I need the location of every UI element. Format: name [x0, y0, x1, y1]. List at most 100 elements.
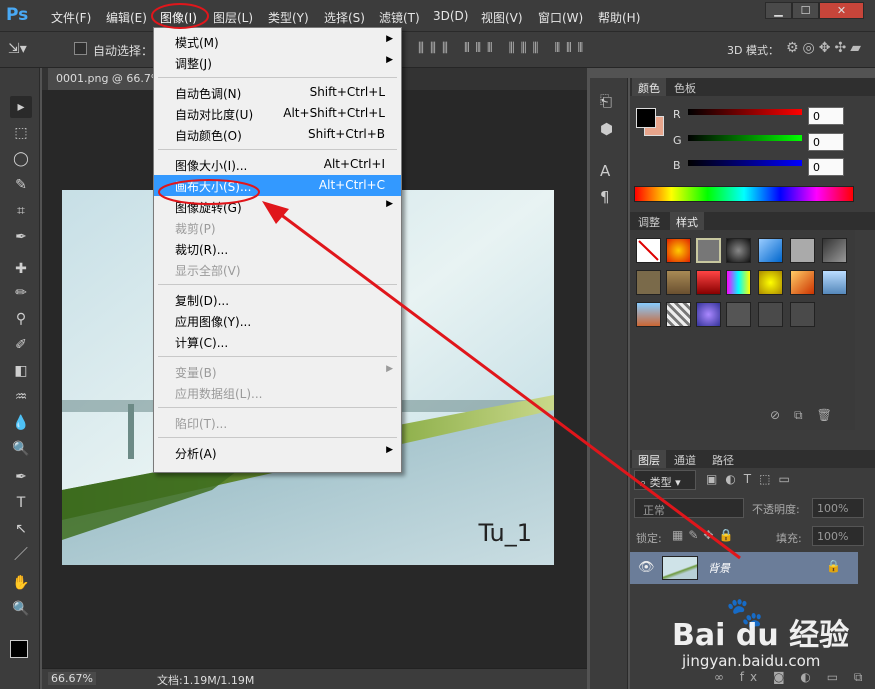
menu-item[interactable]: 自动对比度(U) Alt+Shift+Ctrl+L	[154, 103, 401, 124]
move-tool-icon[interactable]: ▸	[10, 96, 32, 118]
stamp-tool-icon[interactable]: ⚲	[10, 308, 32, 330]
document-tab[interactable]: 0001.png @ 66.7%	[48, 68, 168, 90]
quick-select-tool-icon[interactable]: ✎	[10, 174, 32, 196]
color-spectrum-bar[interactable]	[634, 186, 854, 202]
close-button[interactable]: ✕	[819, 2, 864, 19]
lasso-tool-icon[interactable]: ◯	[10, 148, 32, 170]
menu-item[interactable]: 计算(C)...	[154, 331, 401, 352]
minimize-button[interactable]: ▁	[765, 2, 792, 19]
zoom-tool-icon[interactable]: 🔍	[10, 598, 32, 620]
menu-item[interactable]: 应用图像(Y)...	[154, 310, 401, 331]
eraser-tool-icon[interactable]: ◧	[10, 360, 32, 382]
menu-item[interactable]: 模式(M) ▶	[154, 31, 401, 52]
channel-b-slider[interactable]	[688, 160, 802, 166]
channel-b-value[interactable]: 0	[808, 158, 844, 176]
brush-tool-icon[interactable]: ✏	[10, 282, 32, 304]
3d-panel-icon[interactable]: ⬢	[600, 120, 613, 138]
path-select-icon[interactable]: ↖	[10, 518, 32, 540]
maximize-button[interactable]: ☐	[792, 2, 819, 19]
menu-item[interactable]: 自动颜色(O) Shift+Ctrl+B	[154, 124, 401, 145]
tab-adjustments[interactable]: 调整	[632, 212, 666, 230]
style-swatch[interactable]	[822, 238, 847, 263]
paint-bucket-icon[interactable]: ♒	[10, 386, 32, 408]
layer-row-background[interactable]: 👁 背景 🔒	[630, 552, 858, 584]
style-swatch[interactable]	[790, 270, 815, 295]
styles-footer-icons[interactable]: ⊘⧉🗑	[770, 408, 846, 423]
menu-layer[interactable]: 图层(L)	[213, 9, 253, 26]
style-swatch[interactable]	[726, 302, 751, 327]
channel-r-slider[interactable]	[688, 109, 802, 115]
menu-view[interactable]: 视图(V)	[481, 9, 523, 26]
style-none[interactable]	[636, 238, 661, 263]
menu-item[interactable]: 图像大小(I)... Alt+Ctrl+I	[154, 154, 401, 175]
menu-3d[interactable]: 3D(D)	[433, 9, 468, 23]
fill-input[interactable]: 100%	[812, 526, 864, 546]
style-swatch[interactable]	[666, 302, 691, 327]
tab-styles[interactable]: 样式	[670, 212, 704, 230]
menu-select[interactable]: 选择(S)	[324, 9, 365, 26]
style-swatch[interactable]	[726, 270, 751, 295]
marquee-tool-icon[interactable]: ⬚	[10, 122, 32, 144]
style-swatch[interactable]	[666, 270, 691, 295]
menu-help[interactable]: 帮助(H)	[598, 9, 640, 26]
menu-item[interactable]: 调整(J) ▶	[154, 52, 401, 73]
hand-tool-icon[interactable]: ✋	[10, 572, 32, 594]
menu-filter[interactable]: 滤镜(T)	[379, 9, 420, 26]
blur-tool-icon[interactable]: 💧	[10, 412, 32, 434]
color-fg-swatch[interactable]	[636, 108, 656, 128]
channel-g-slider[interactable]	[688, 135, 802, 141]
line-tool-icon[interactable]: ／	[10, 544, 32, 566]
pen-tool-icon[interactable]: ✒	[10, 466, 32, 488]
menu-item[interactable]: 裁切(R)...	[154, 238, 401, 259]
channel-g-value[interactable]: 0	[808, 133, 844, 151]
style-swatch[interactable]	[636, 302, 661, 327]
type-tool-icon[interactable]: T	[10, 492, 32, 514]
tab-color[interactable]: 颜色	[632, 78, 666, 96]
3d-tools-icons[interactable]: ⚙◎✥✣▰	[786, 40, 865, 56]
paragraph-panel-icon[interactable]: ¶	[600, 188, 610, 206]
lock-icons[interactable]: ▦✎✥🔒	[672, 528, 738, 542]
style-swatch[interactable]	[790, 302, 815, 327]
zoom-level[interactable]: 66.67%	[48, 672, 96, 685]
menu-image[interactable]: 图像(I)	[160, 9, 197, 26]
crop-tool-icon[interactable]: ⌗	[10, 200, 32, 222]
move-tool-icon[interactable]: ⇲▾	[8, 41, 27, 57]
layer-filter-select[interactable]: ⌕ 类型 ▾	[634, 470, 696, 490]
style-swatch[interactable]	[696, 270, 721, 295]
style-swatch[interactable]	[758, 302, 783, 327]
style-swatch[interactable]	[636, 270, 661, 295]
menu-item[interactable]: 图像旋转(G) ▶	[154, 196, 401, 217]
style-swatch[interactable]	[696, 238, 721, 263]
dodge-tool-icon[interactable]: 🔍	[10, 438, 32, 460]
menu-item[interactable]: 分析(A) ▶	[154, 442, 401, 463]
history-brush-icon[interactable]: ✐	[10, 334, 32, 356]
menu-file[interactable]: 文件(F)	[51, 9, 91, 26]
tab-swatches[interactable]: 色板	[668, 78, 702, 96]
layer-filter-icons[interactable]: ▣◐T⬚▭	[706, 472, 798, 486]
tab-channels[interactable]: 通道	[668, 450, 702, 468]
menu-window[interactable]: 窗口(W)	[538, 9, 583, 26]
menu-item[interactable]: 自动色调(N) Shift+Ctrl+L	[154, 82, 401, 103]
style-swatch[interactable]	[726, 238, 751, 263]
tab-layers[interactable]: 图层	[632, 450, 666, 468]
healing-tool-icon[interactable]: ✚	[10, 258, 32, 280]
menu-type[interactable]: 类型(Y)	[268, 9, 309, 26]
style-swatch[interactable]	[822, 270, 847, 295]
style-swatch[interactable]	[666, 238, 691, 263]
style-swatch[interactable]	[696, 302, 721, 327]
blend-mode-select[interactable]: 正常	[634, 498, 744, 518]
layer-name[interactable]: 背景	[708, 560, 730, 576]
character-panel-icon[interactable]: A	[600, 162, 610, 180]
style-swatch[interactable]	[758, 270, 783, 295]
opacity-input[interactable]: 100%	[812, 498, 864, 518]
history-panel-icon[interactable]: ⎗	[600, 92, 612, 110]
style-swatch[interactable]	[790, 238, 815, 263]
foreground-color-swatch[interactable]	[10, 640, 28, 658]
menu-edit[interactable]: 编辑(E)	[106, 9, 147, 26]
menu-item[interactable]: 复制(D)...	[154, 289, 401, 310]
menu-item[interactable]: 画布大小(S)... Alt+Ctrl+C	[154, 175, 401, 196]
eyedropper-tool-icon[interactable]: ✒	[10, 226, 32, 248]
auto-select-checkbox[interactable]	[74, 42, 87, 55]
style-swatch[interactable]	[758, 238, 783, 263]
tab-paths[interactable]: 路径	[706, 450, 740, 468]
